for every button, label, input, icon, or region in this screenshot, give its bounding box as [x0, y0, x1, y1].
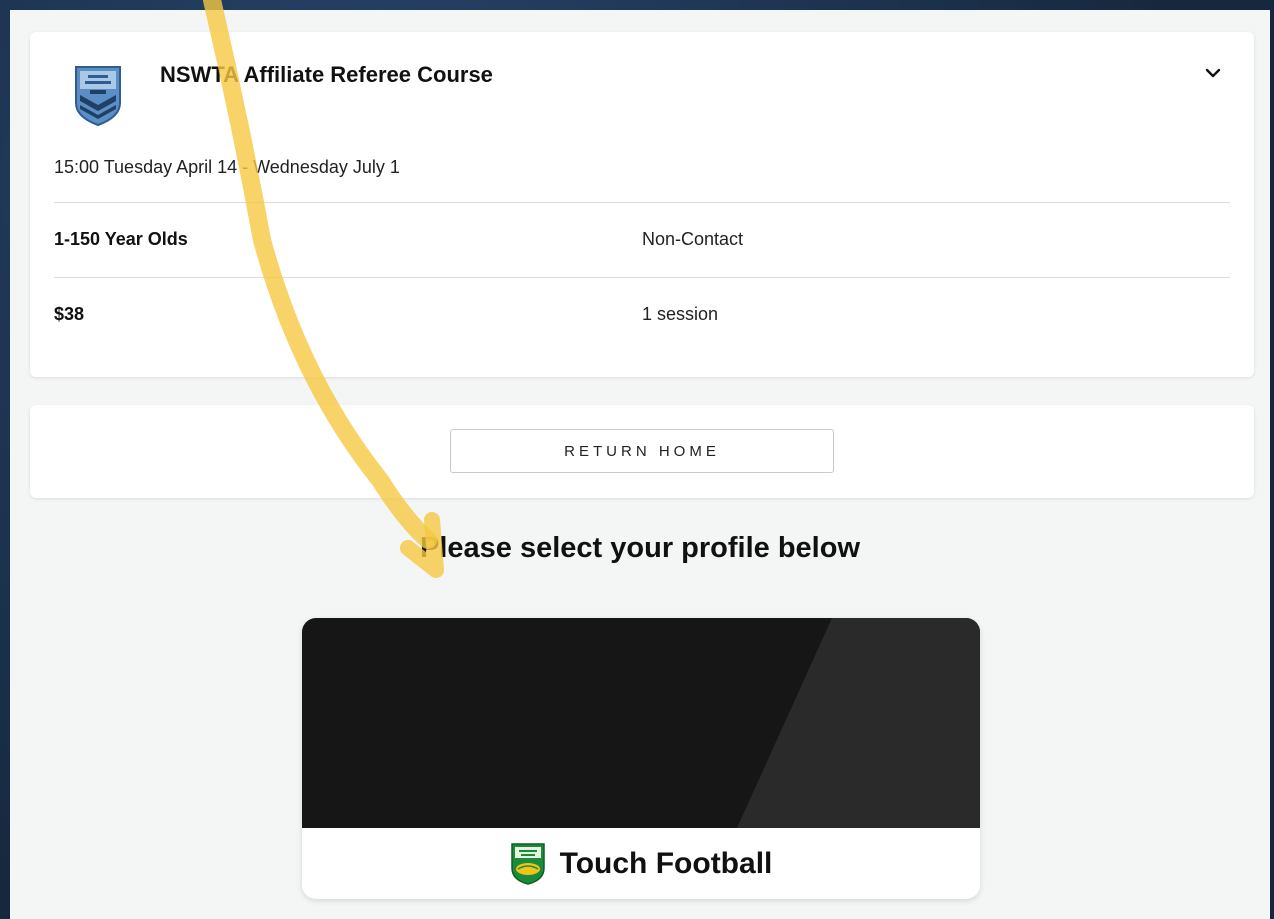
divider [54, 202, 1230, 203]
event-date: 15:00 Tuesday April 14 - Wednesday July … [54, 157, 400, 177]
divider [54, 277, 1230, 278]
profile-banner [302, 618, 980, 828]
main-panel: NSWTA Affiliate Referee Course 15:00 Tue… [10, 10, 1270, 919]
nsw-touch-football-shield-icon [75, 66, 121, 127]
profile-select-heading: Please select your profile below [420, 532, 860, 564]
event-card: NSWTA Affiliate Referee Course 15:00 Tue… [30, 32, 1254, 377]
return-home-button[interactable]: RETURN HOME [450, 429, 834, 473]
chevron-down-icon[interactable] [1202, 62, 1224, 84]
touch-football-shield-icon [510, 842, 545, 885]
event-price: $38 [54, 304, 85, 324]
profile-footer: Touch Football [302, 828, 980, 899]
event-title: NSWTA Affiliate Referee Course [160, 62, 493, 87]
contact-type: Non-Contact [642, 229, 744, 249]
age-range: 1-150 Year Olds [54, 229, 188, 249]
profile-name: Touch Football [559, 846, 773, 880]
banner-sheen [737, 618, 980, 828]
session-count: 1 session [642, 304, 719, 324]
return-home-card: RETURN HOME [30, 405, 1254, 498]
profile-card-touch-football[interactable]: Touch Football [302, 618, 980, 899]
